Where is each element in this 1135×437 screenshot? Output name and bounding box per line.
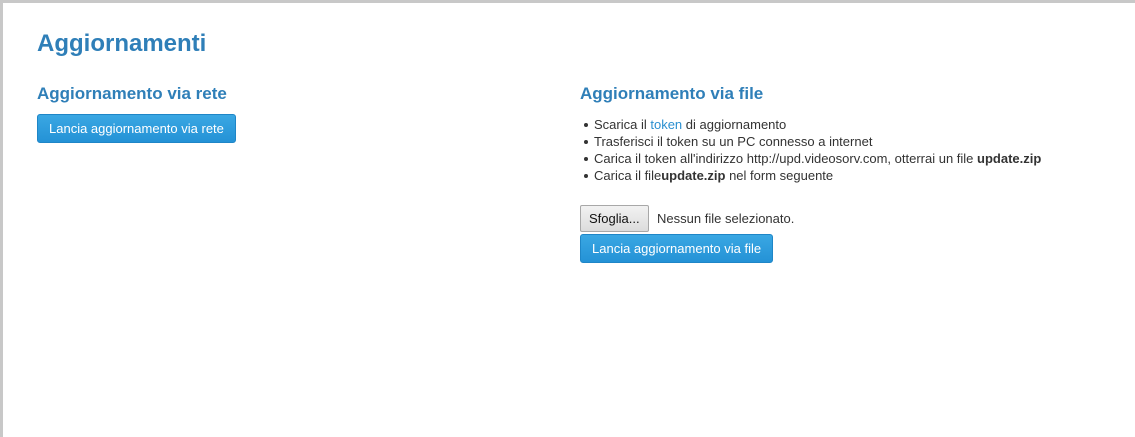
launch-file-update-button[interactable]: Lancia aggiornamento via file xyxy=(580,234,774,263)
step-text: Trasferisci il token su un PC connesso a… xyxy=(594,134,873,149)
list-item: Trasferisci il token su un PC connesso a… xyxy=(583,133,1041,150)
list-item: Carica il fileupdate.zip nel form seguen… xyxy=(583,167,1041,184)
filename-bold: update.zip xyxy=(977,151,1042,166)
page-title: Aggiornamenti xyxy=(37,30,207,57)
list-item: Scarica il token di aggiornamento xyxy=(583,116,1041,133)
update-steps-list: Scarica il token di aggiornamento Trasfe… xyxy=(583,116,1042,184)
list-item: Carica il token all'indirizzo http://upd… xyxy=(583,150,1042,167)
step-text: nel form seguente xyxy=(725,168,834,183)
token-link[interactable]: token xyxy=(650,117,682,132)
file-update-heading: Aggiornamento via file xyxy=(580,84,764,103)
step-text: Scarica il xyxy=(594,117,651,132)
file-input: Sfoglia... Nessun file selezionato. xyxy=(580,205,794,232)
step-text: Carica il token all'indirizzo http://upd… xyxy=(594,151,978,166)
file-status-text: Nessun file selezionato. xyxy=(657,211,795,226)
step-text: Carica il file xyxy=(594,168,662,183)
network-update-heading: Aggiornamento via rete xyxy=(37,84,227,103)
browse-button[interactable]: Sfoglia... xyxy=(580,205,649,232)
launch-network-update-button[interactable]: Lancia aggiornamento via rete xyxy=(37,114,236,143)
filename-bold: update.zip xyxy=(661,168,726,183)
step-text: di aggiornamento xyxy=(682,117,787,132)
content-frame xyxy=(0,0,1135,437)
